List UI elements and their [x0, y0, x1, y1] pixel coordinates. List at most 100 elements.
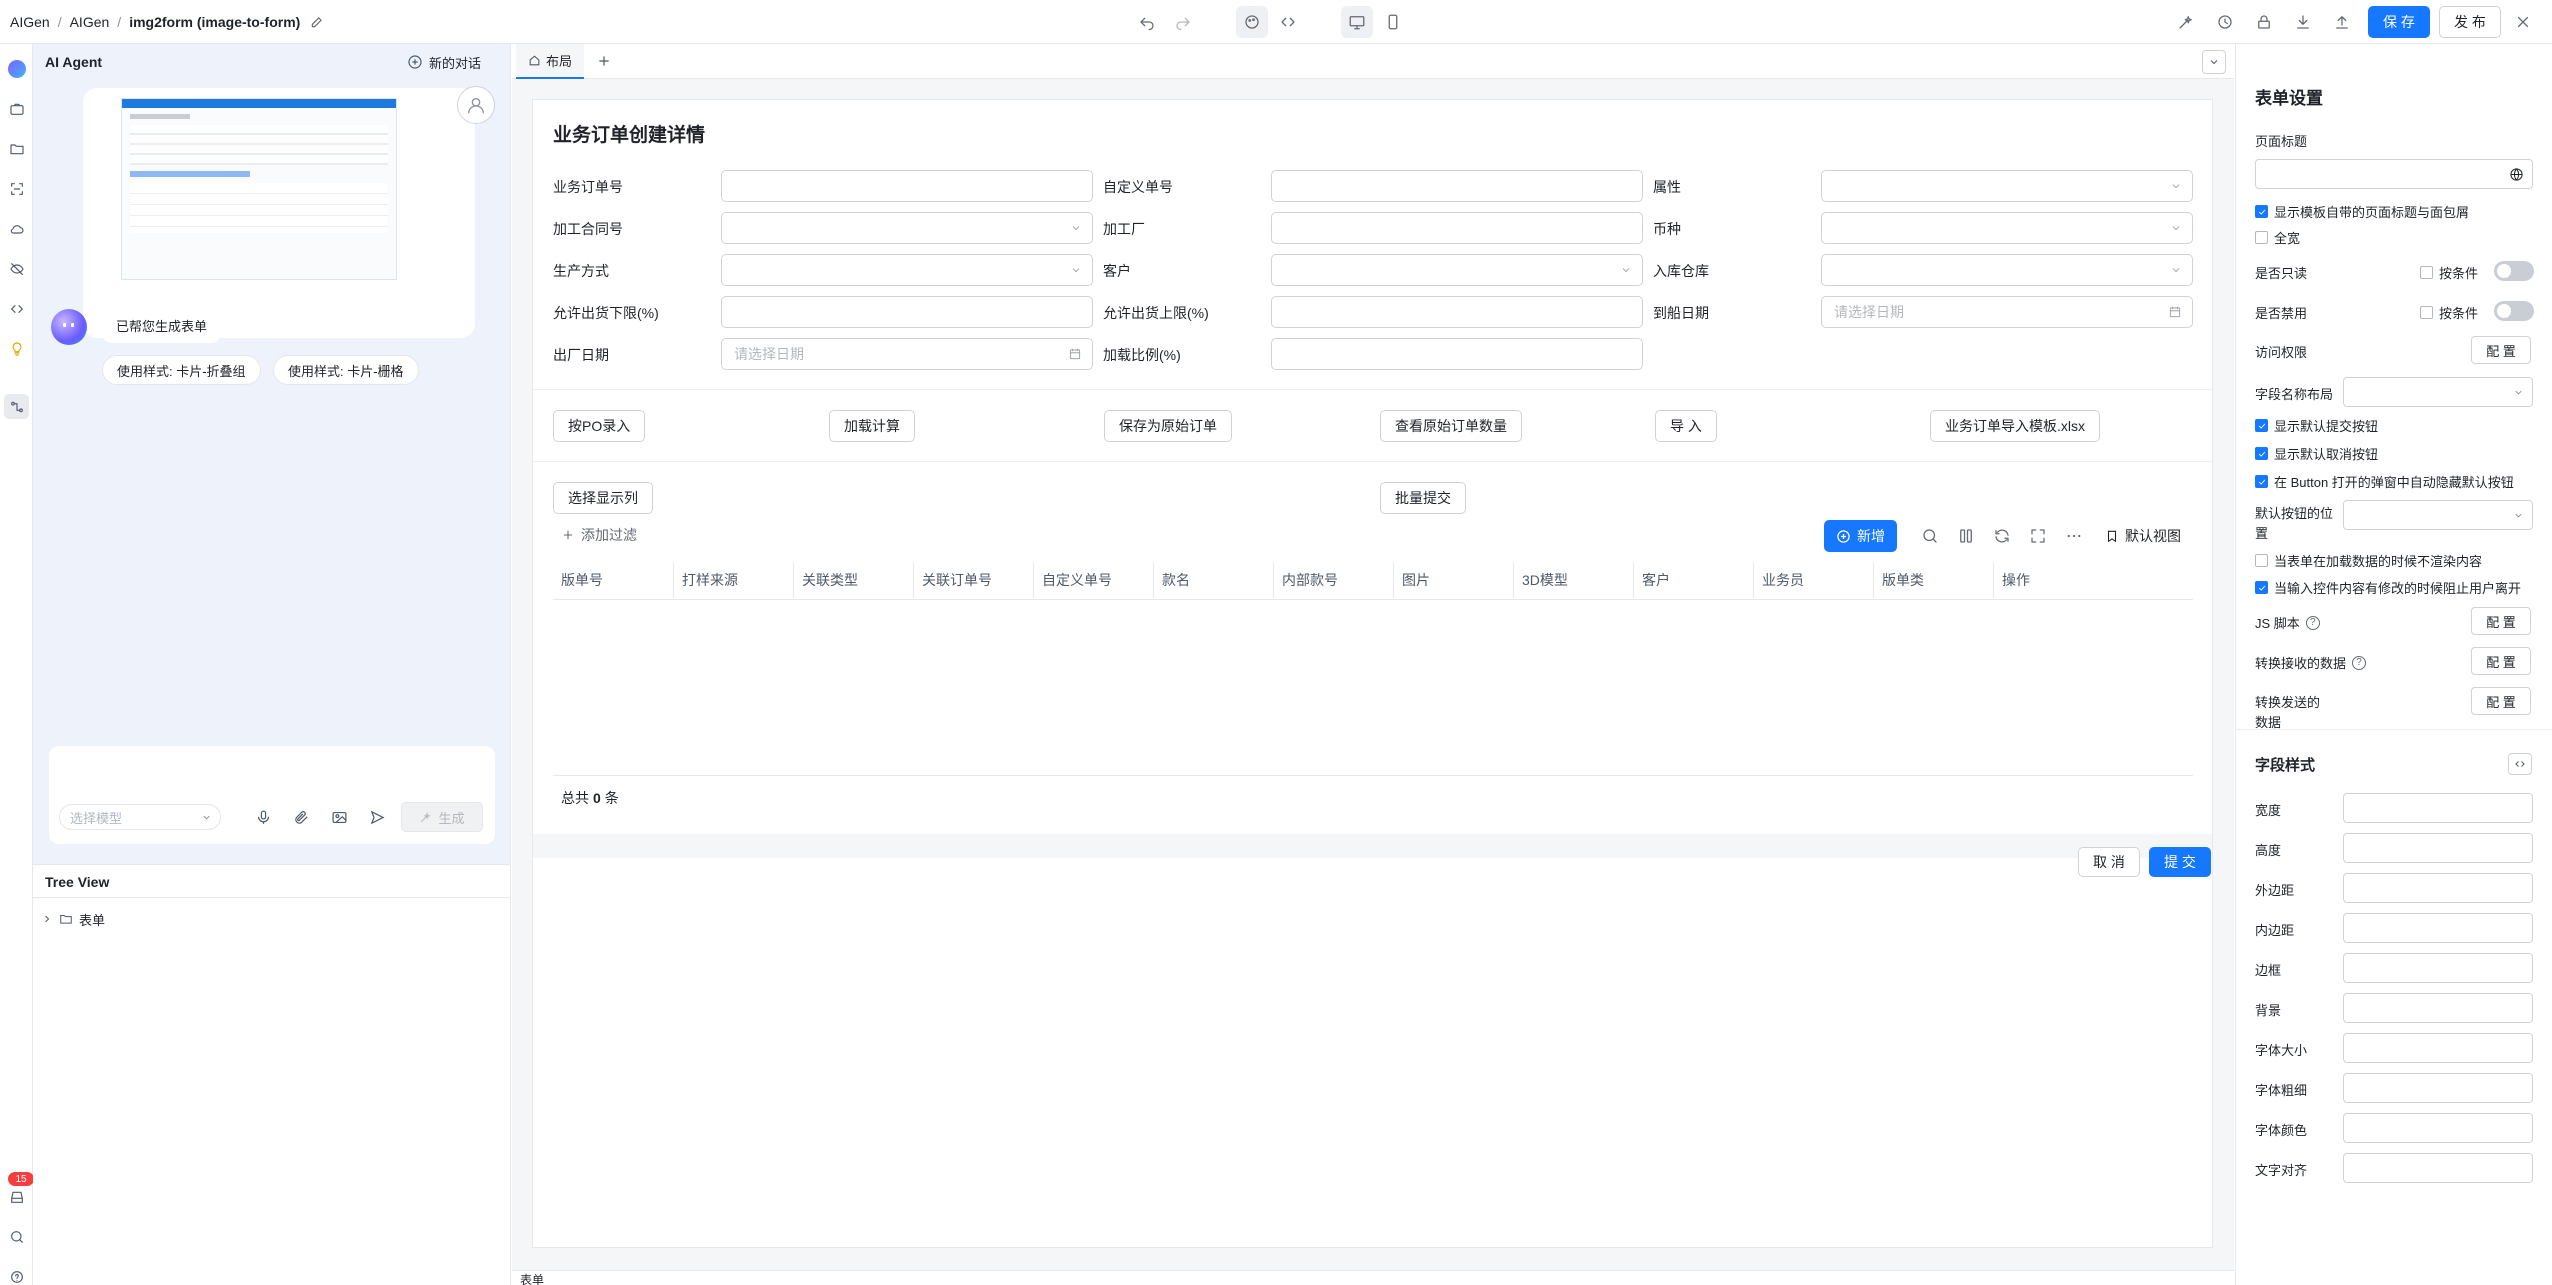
add-tab-icon[interactable]	[596, 53, 614, 71]
auto-hide-checkbox[interactable]: 在 Button 打开的弹窗中自动隐藏默认按钮	[2255, 472, 2514, 491]
attribute-select[interactable]	[1821, 170, 2193, 202]
production-mode-select[interactable]	[721, 254, 1093, 286]
customer-select[interactable]	[1271, 254, 1643, 286]
padding-input[interactable]	[2343, 913, 2533, 943]
border-input[interactable]	[2343, 953, 2533, 983]
prevent-leave-checkbox[interactable]: 当输入控件内容有修改的时候阻止用户离开	[2255, 578, 2521, 597]
column-header[interactable]: 自定义单号	[1033, 562, 1112, 598]
field-layout-select[interactable]	[2343, 377, 2533, 407]
scan-icon[interactable]	[4, 176, 29, 201]
image-icon[interactable]	[331, 809, 348, 826]
column-header[interactable]: 客户	[1633, 562, 1670, 598]
desktop-view-icon[interactable]	[1341, 6, 1373, 38]
column-header[interactable]: 打样来源	[673, 562, 738, 598]
help-icon[interactable]: ?	[2305, 615, 2320, 630]
currency-select[interactable]	[1821, 212, 2193, 244]
save-button[interactable]: 保 存	[2368, 6, 2430, 38]
new-chat-button[interactable]: 新的对话	[407, 50, 481, 74]
download-icon[interactable]	[2287, 6, 2319, 38]
suggestion-chip-grid[interactable]: 使用样式: 卡片-栅格	[273, 355, 419, 385]
breadcrumb-root[interactable]: AIGen	[10, 14, 50, 30]
factory-date-picker[interactable]: 请选择日期	[721, 338, 1093, 370]
tab-menu-chevron-icon[interactable]	[2202, 50, 2226, 74]
column-header[interactable]: 关联订单号	[913, 562, 992, 598]
help-icon[interactable]: ?	[2352, 655, 2367, 670]
text-align-input[interactable]	[2343, 1153, 2533, 1183]
undo-icon[interactable]	[1131, 6, 1163, 38]
generate-button[interactable]: 生成	[401, 802, 483, 832]
chat-composer[interactable]: 选择模型 生成	[49, 746, 495, 844]
history-icon[interactable]	[2209, 6, 2241, 38]
height-input[interactable]	[2343, 833, 2533, 863]
lightbulb-icon[interactable]	[4, 336, 29, 361]
convert-recv-config-button[interactable]: 配 置	[2471, 647, 2531, 675]
show-cancel-checkbox[interactable]: 显示默认取消按钮	[2255, 444, 2378, 463]
default-btn-pos-select[interactable]	[2343, 500, 2533, 530]
disabled-toggle[interactable]	[2494, 301, 2534, 321]
disabled-condition-checkbox[interactable]: 按条件	[2420, 303, 2478, 322]
send-icon[interactable]	[369, 809, 386, 826]
access-config-button[interactable]: 配 置	[2471, 336, 2531, 364]
background-input[interactable]	[2343, 993, 2533, 1023]
order-number-input[interactable]	[721, 170, 1093, 202]
globe-icon[interactable]	[2509, 167, 2524, 182]
import-template-button[interactable]: 业务订单导入模板.xlsx	[1930, 410, 2100, 442]
microphone-icon[interactable]	[255, 809, 272, 826]
briefcase-icon[interactable]	[4, 96, 29, 121]
warehouse-select[interactable]	[1821, 254, 2193, 286]
uploaded-image-thumbnail[interactable]	[121, 98, 397, 280]
convert-send-config-button[interactable]: 配 置	[2471, 687, 2531, 715]
app-logo-icon[interactable]	[4, 56, 29, 81]
workflow-icon[interactable]	[4, 394, 29, 419]
shipment-min-input[interactable]	[721, 296, 1093, 328]
eye-off-icon[interactable]	[4, 256, 29, 281]
column-header[interactable]: 业务员	[1753, 562, 1804, 598]
edit-title-icon[interactable]	[308, 13, 326, 31]
notification-icon[interactable]	[4, 1184, 29, 1209]
font-weight-input[interactable]	[2343, 1073, 2533, 1103]
batch-submit-button[interactable]: 批量提交	[1380, 482, 1466, 514]
column-header[interactable]: 图片	[1393, 562, 1430, 598]
load-calc-button[interactable]: 加载计算	[829, 410, 915, 442]
factory-input[interactable]	[1271, 212, 1643, 244]
mobile-view-icon[interactable]	[1377, 6, 1409, 38]
chevron-right-icon[interactable]	[41, 913, 53, 925]
font-color-input[interactable]	[2343, 1113, 2533, 1143]
column-header[interactable]: 3D模型	[1513, 562, 1568, 598]
folder-icon[interactable]	[4, 136, 29, 161]
import-button[interactable]: 导 入	[1655, 410, 1717, 442]
code-icon[interactable]	[4, 296, 29, 321]
close-icon[interactable]	[2507, 6, 2539, 38]
code-icon[interactable]	[1272, 6, 1304, 38]
select-columns-button[interactable]: 选择显示列	[553, 482, 653, 514]
readonly-toggle[interactable]	[2494, 261, 2534, 281]
full-width-checkbox[interactable]: 全宽	[2255, 228, 2300, 247]
default-view-button[interactable]: 默认视图	[2105, 524, 2181, 548]
search-zoom-icon[interactable]	[4, 1224, 29, 1249]
shipment-max-input[interactable]	[1271, 296, 1643, 328]
show-template-header-checkbox[interactable]: 显示模板自带的页面标题与面包屑	[2255, 202, 2469, 221]
theme-palette-icon[interactable]	[1236, 6, 1268, 38]
load-ratio-input[interactable]	[1271, 338, 1643, 370]
lock-icon[interactable]	[2248, 6, 2280, 38]
view-original-qty-button[interactable]: 查看原始订单数量	[1380, 410, 1522, 442]
column-header[interactable]: 版单号	[553, 562, 603, 598]
help-icon[interactable]	[4, 1264, 29, 1285]
column-header[interactable]: 款名	[1153, 562, 1190, 598]
publish-button[interactable]: 发 布	[2439, 6, 2501, 38]
model-select[interactable]: 选择模型	[59, 804, 221, 830]
columns-icon[interactable]	[1950, 520, 1982, 552]
refresh-icon[interactable]	[1986, 520, 2018, 552]
show-submit-checkbox[interactable]: 显示默认提交按钮	[2255, 416, 2378, 435]
tree-node-form[interactable]: 表单	[41, 907, 105, 931]
column-header[interactable]: 内部款号	[1273, 562, 1338, 598]
column-header[interactable]: 操作	[1993, 562, 2030, 598]
add-filter-button[interactable]: 添加过滤	[561, 523, 637, 547]
page-title-input[interactable]	[2255, 159, 2533, 189]
attachment-icon[interactable]	[293, 809, 310, 826]
add-new-button[interactable]: 新增	[1824, 520, 1897, 552]
save-original-button[interactable]: 保存为原始订单	[1104, 410, 1232, 442]
column-header[interactable]: 版单类	[1873, 562, 1924, 598]
submit-button[interactable]: 提 交	[2149, 847, 2211, 877]
magic-icon[interactable]	[2170, 6, 2202, 38]
